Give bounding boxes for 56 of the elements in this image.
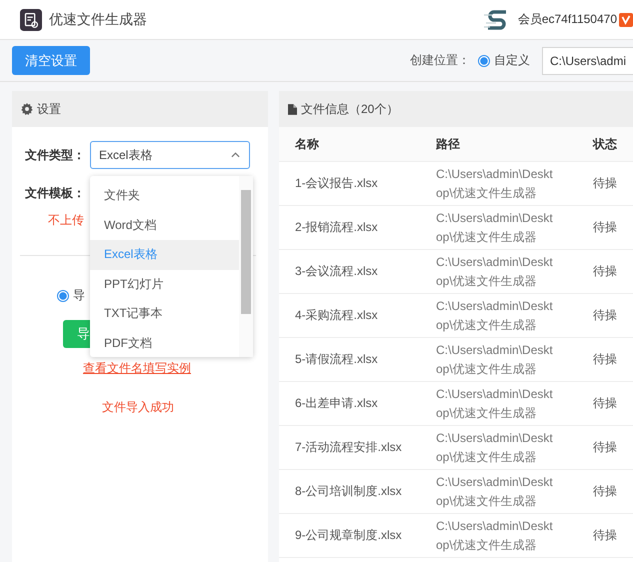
file-status-cell: 待操 bbox=[593, 351, 617, 368]
file-name-cell-text: 6-出差申请.xlsx bbox=[294, 395, 379, 412]
custom-label[interactable]: 自定义 bbox=[494, 52, 530, 69]
file-name-cell-text: 7-活动流程安排.xlsx bbox=[294, 439, 403, 456]
file-path-cell-text: C:\Users\admin\Desktop\优速文件生成器 bbox=[436, 518, 554, 554]
file-template-label: 文件模板： bbox=[25, 184, 86, 202]
file-status-cell: 待操 bbox=[593, 527, 617, 544]
path-field[interactable]: C:\Users\admi bbox=[542, 46, 633, 74]
file-status-cell: 待操 bbox=[593, 483, 617, 500]
file-status-cell: 待操 bbox=[593, 219, 617, 236]
dropdown-option[interactable]: Word文档 bbox=[90, 210, 239, 240]
file-name-cell-text: 2-报销流程.xlsx bbox=[294, 219, 379, 236]
member-id: 会员ec74f1150470 bbox=[518, 11, 617, 28]
file-status-cell: 待操 bbox=[593, 439, 617, 456]
location-label: 创建位置： bbox=[410, 52, 470, 69]
caret-icon bbox=[231, 152, 240, 158]
column-header: 状态 bbox=[593, 136, 617, 152]
file-path-cell-text: C:\Users\admin\Desktop\优速文件生成器 bbox=[436, 342, 554, 378]
file-path-cell-text: C:\Users\admin\Desktop\优速文件生成器 bbox=[436, 166, 554, 202]
dropdown-option[interactable]: 文件夹 bbox=[90, 181, 239, 210]
app-logo-icon bbox=[20, 8, 42, 30]
gear-icon bbox=[21, 103, 33, 115]
file-name-cell-text: 9-公司规章制度.xlsx bbox=[294, 527, 403, 544]
file-path-cell-text: C:\Users\admin\Desktop\优速文件生成器 bbox=[436, 430, 554, 466]
file-status-cell: 待操 bbox=[593, 263, 617, 280]
app-title: 优速文件生成器 bbox=[49, 10, 147, 28]
file-status-cell: 待操 bbox=[593, 175, 617, 192]
file-path-cell-text: C:\Users\admin\Desktop\优速文件生成器 bbox=[436, 210, 554, 246]
file-name-cell-text: 1-会议报告.xlsx bbox=[294, 175, 379, 192]
file-status-cell: 待操 bbox=[593, 395, 617, 412]
column-header: 路径 bbox=[436, 136, 461, 152]
dropdown-option[interactable]: TXT记事本 bbox=[90, 299, 239, 328]
file-name-cell-text: 8-公司培训制度.xlsx bbox=[294, 483, 403, 500]
file-status-cell: 待操 bbox=[593, 307, 617, 324]
file-path-cell-text: C:\Users\admin\Desktop\优速文件生成器 bbox=[436, 386, 554, 422]
dropdown-option[interactable]: PDF文档 bbox=[90, 328, 239, 358]
file-type-label: 文件类型： bbox=[25, 146, 86, 164]
import-radio[interactable] bbox=[57, 290, 69, 302]
column-header: 名称 bbox=[294, 136, 320, 152]
custom-radio[interactable] bbox=[478, 54, 490, 66]
file-name-cell-text: 4-采购流程.xlsx bbox=[294, 307, 379, 324]
settings-title: 设置 bbox=[37, 100, 61, 118]
import-label[interactable]: 导 bbox=[73, 287, 85, 304]
dropdown-option[interactable]: PPT幻灯片 bbox=[90, 270, 239, 299]
file-type-select[interactable]: Excel表格 bbox=[90, 141, 250, 169]
files-title: 文件信息（20个） bbox=[301, 100, 398, 118]
scrollbar[interactable] bbox=[239, 176, 253, 357]
file-path-cell-text: C:\Users\admin\Desktop\优速文件生成器 bbox=[436, 254, 554, 290]
example-link[interactable]: 查看文件名填写实例 bbox=[83, 360, 191, 377]
file-path-cell-text: C:\Users\admin\Desktop\优速文件生成器 bbox=[436, 474, 554, 510]
file-path-cell-text: C:\Users\admin\Desktop\优速文件生成器 bbox=[436, 298, 554, 334]
template-note: 不上传 bbox=[48, 212, 84, 229]
import-status: 文件导入成功 bbox=[102, 399, 174, 416]
document-icon bbox=[288, 104, 297, 114]
file-name-cell-text: 5-请假流程.xlsx bbox=[294, 351, 379, 368]
file-name-cell-text: 3-会议流程.xlsx bbox=[294, 263, 379, 280]
